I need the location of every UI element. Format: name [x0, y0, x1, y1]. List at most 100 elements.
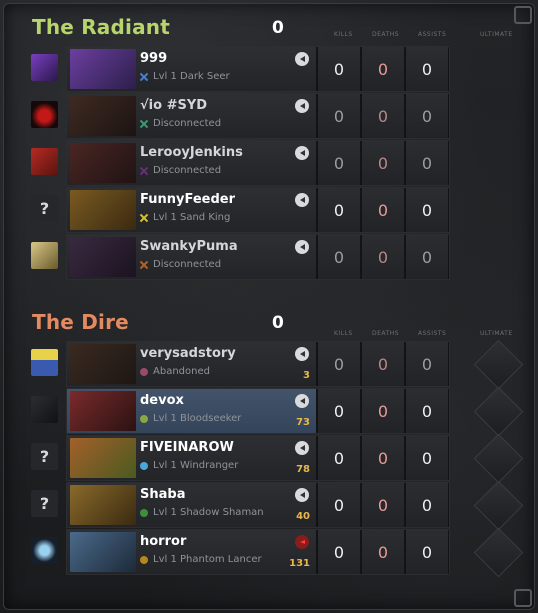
assists-count: 0	[406, 94, 448, 138]
kills-count: 0	[318, 342, 360, 386]
player-row[interactable]: devox Lvl 1 Bloodseeker 73 0 0 0	[66, 388, 450, 434]
corner-ornament-bottom-right	[514, 589, 532, 607]
mic-icon[interactable]	[295, 52, 309, 66]
dire-ultimate-header: ULTIMATE	[480, 330, 513, 337]
deaths-count: 0	[362, 342, 404, 386]
assists-count: 0	[406, 389, 448, 433]
player-row[interactable]: horror Lvl 1 Phantom Lancer 131 0 0 0	[66, 529, 450, 575]
mic-icon[interactable]	[295, 99, 309, 113]
radiant-ultimate-header: ULTIMATE	[480, 31, 513, 38]
mic-icon[interactable]	[295, 488, 309, 502]
player-name: SwankyPuma	[140, 239, 238, 254]
purple-hero-avatar[interactable]	[31, 54, 58, 81]
status-text: Disconnected	[153, 118, 222, 129]
dire-assists-header: ASSISTS	[418, 330, 447, 337]
yellow-logo-avatar[interactable]	[31, 349, 58, 376]
team-slot-x-icon	[140, 214, 148, 222]
status-text: Abandoned	[153, 366, 210, 377]
gold-amount: 131	[289, 558, 310, 569]
player-status: Disconnected	[140, 259, 221, 270]
red-demon-avatar[interactable]	[31, 101, 58, 128]
player-info-panel: verysadstory Abandoned 3	[67, 342, 316, 386]
player-info-panel: √io #SYD Disconnected	[67, 94, 316, 138]
kills-count: 0	[318, 47, 360, 91]
team-slot-dot-icon	[140, 461, 148, 470]
player-row[interactable]: √io #SYD Disconnected 0 0 0	[66, 93, 450, 139]
team-slot-dot-icon	[140, 367, 148, 376]
player-name: √io #SYD	[140, 98, 208, 113]
assists-count: 0	[406, 47, 448, 91]
player-info-panel: horror Lvl 1 Phantom Lancer 131	[67, 530, 316, 574]
gold-amount: 40	[296, 511, 310, 522]
player-name: LerooyJenkins	[140, 145, 243, 160]
question-mark-icon: ?	[39, 447, 50, 466]
unknown-avatar-icon[interactable]: ?	[31, 443, 58, 470]
player-row[interactable]: SwankyPuma Disconnected 0 0 0	[66, 234, 450, 280]
player-status: Lvl 1 Sand King	[140, 212, 230, 223]
assists-count: 0	[406, 436, 448, 480]
player-row[interactable]: FunnyFeeder Lvl 1 Sand King 0 0 0	[66, 187, 450, 233]
assists-count: 0	[406, 530, 448, 574]
mic-icon[interactable]	[295, 394, 309, 408]
team-slot-x-icon	[140, 261, 148, 269]
team-slot-x-icon	[140, 120, 148, 128]
record-icon[interactable]	[295, 535, 309, 549]
team-slot-x-icon	[140, 73, 148, 81]
status-text: Lvl 1 Sand King	[153, 212, 231, 223]
deaths-count: 0	[362, 235, 404, 279]
player-row[interactable]: LerooyJenkins Disconnected 0 0 0	[66, 140, 450, 186]
status-text: Lvl 1 Dark Seer	[153, 71, 230, 82]
kills-count: 0	[318, 483, 360, 527]
mic-icon[interactable]	[295, 240, 309, 254]
deaths-count: 0	[362, 141, 404, 185]
player-status: Lvl 1 Windranger	[140, 460, 238, 471]
player-info-panel: devox Lvl 1 Bloodseeker 73	[67, 389, 316, 433]
player-info-panel: FunnyFeeder Lvl 1 Sand King	[67, 188, 316, 232]
mic-icon[interactable]	[295, 347, 309, 361]
player-name: horror	[140, 534, 187, 549]
mic-icon[interactable]	[295, 193, 309, 207]
assists-count: 0	[406, 235, 448, 279]
radiant-assists-header: ASSISTS	[418, 31, 447, 38]
hero-portrait	[70, 532, 136, 572]
deaths-count: 0	[362, 188, 404, 232]
skull-avatar[interactable]	[31, 242, 58, 269]
player-row[interactable]: Shaba Lvl 1 Shadow Shaman 40 0 0 0	[66, 482, 450, 528]
player-info-panel: 999 Lvl 1 Dark Seer	[67, 47, 316, 91]
gold-amount: 3	[303, 370, 310, 381]
player-row[interactable]: 999 Lvl 1 Dark Seer 0 0 0	[66, 46, 450, 92]
dire-kills-header: KILLS	[334, 330, 353, 337]
deaths-count: 0	[362, 530, 404, 574]
player-row[interactable]: verysadstory Abandoned 3 0 0 0	[66, 341, 450, 387]
dark-portrait-avatar[interactable]	[31, 396, 58, 423]
player-status: Lvl 1 Bloodseeker	[140, 413, 241, 424]
corner-ornament-top-right	[514, 6, 532, 24]
player-status: Lvl 1 Shadow Shaman	[140, 507, 264, 518]
status-text: Lvl 1 Bloodseeker	[153, 413, 242, 424]
player-name: Shaba	[140, 487, 186, 502]
hero-portrait	[70, 344, 136, 384]
status-text: Lvl 1 Shadow Shaman	[153, 507, 264, 518]
unknown-avatar-icon[interactable]: ?	[31, 490, 58, 517]
status-text: Lvl 1 Windranger	[153, 460, 239, 471]
mic-icon[interactable]	[295, 441, 309, 455]
player-info-panel: SwankyPuma Disconnected	[67, 235, 316, 279]
team-slot-dot-icon	[140, 555, 148, 564]
radiant-title: The Radiant	[32, 15, 170, 39]
hero-portrait	[70, 438, 136, 478]
blue-mask-avatar[interactable]	[31, 537, 58, 564]
dire-title: The Dire	[32, 310, 129, 334]
player-row[interactable]: FIVEINAROW Lvl 1 Windranger 78 0 0 0	[66, 435, 450, 481]
deaths-count: 0	[362, 483, 404, 527]
kills-count: 0	[318, 141, 360, 185]
hero-portrait	[70, 143, 136, 183]
mic-icon[interactable]	[295, 146, 309, 160]
red-badge-avatar[interactable]	[31, 148, 58, 175]
player-name: FunnyFeeder	[140, 192, 235, 207]
radiant-kills-header: KILLS	[334, 31, 353, 38]
assists-count: 0	[406, 342, 448, 386]
hero-portrait	[70, 391, 136, 431]
radiant-deaths-header: DEATHS	[372, 31, 400, 38]
deaths-count: 0	[362, 94, 404, 138]
unknown-avatar-icon[interactable]: ?	[31, 195, 58, 222]
